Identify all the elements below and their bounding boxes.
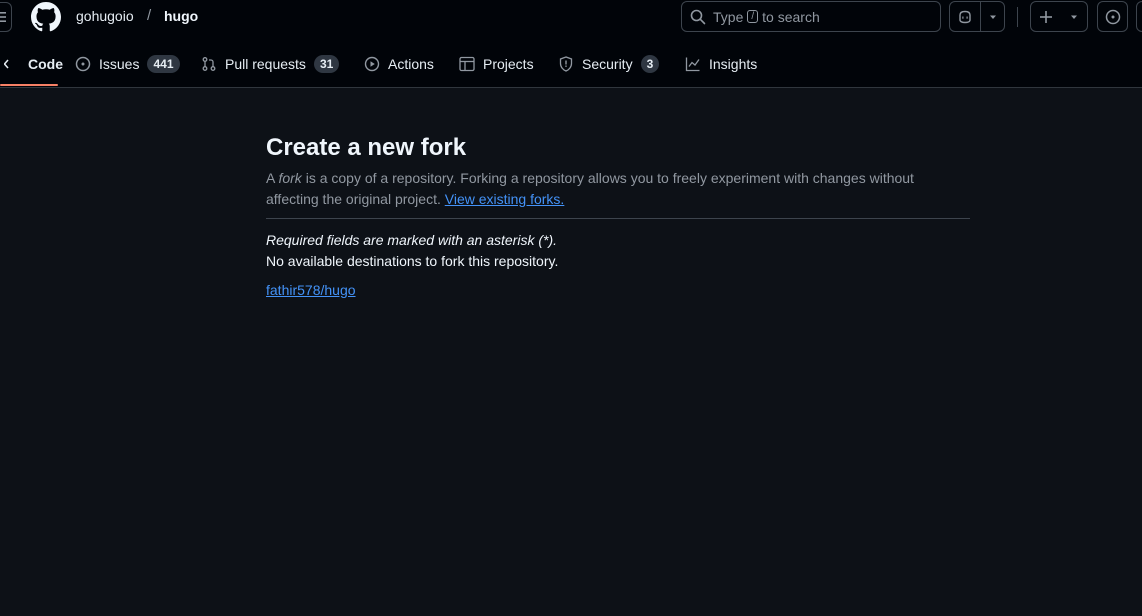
search-input[interactable]: Type / to search (681, 1, 941, 32)
breadcrumb-owner[interactable]: gohugoio (76, 8, 134, 24)
tab-pull-requests[interactable]: Pull requests 31 (201, 48, 340, 80)
table-icon (459, 56, 475, 72)
issue-opened-icon (75, 56, 91, 72)
breadcrumb-separator: / (147, 7, 152, 24)
tab-security-label: Security (582, 56, 633, 72)
global-nav: gohugoio / hugo Type / to search (0, 0, 1142, 34)
tab-issues[interactable]: Issues 441 (75, 48, 180, 80)
copilot-button[interactable] (950, 2, 981, 31)
tab-pull-requests-label: Pull requests (225, 56, 306, 72)
menu-icon (0, 12, 6, 22)
copilot-icon (959, 10, 971, 23)
code-icon (4, 59, 9, 69)
tab-insights-label: Insights (709, 56, 758, 72)
header-divider (1017, 7, 1018, 27)
fork-form: Create a new fork A fork is a copy of a … (266, 132, 970, 300)
tab-security-count: 3 (640, 55, 660, 73)
your-issues-button[interactable] (1097, 1, 1128, 32)
menu-button[interactable] (0, 2, 12, 32)
github-logo-icon[interactable] (31, 2, 61, 32)
tab-code[interactable]: Code (4, 48, 63, 80)
repo-nav-tabs: Code Issues 441 Pull requests 31 Actions… (0, 48, 1142, 80)
required-fields-note: Required fields are marked with an aster… (266, 232, 558, 248)
existing-fork-link[interactable]: fathir578/hugo (266, 280, 356, 300)
triangle-down-icon (1071, 15, 1077, 19)
description-fork-term: fork (278, 170, 302, 186)
view-existing-forks-link[interactable]: View existing forks. (445, 191, 565, 207)
tab-projects[interactable]: Projects (459, 48, 534, 80)
tab-actions[interactable]: Actions (364, 48, 434, 80)
description-text-a: A (266, 170, 279, 186)
tab-insights[interactable]: Insights (685, 48, 757, 80)
search-icon (690, 9, 706, 24)
tab-code-label: Code (28, 56, 63, 72)
search-prefix: Type (713, 8, 744, 25)
git-pull-request-icon (202, 57, 216, 71)
tab-actions-label: Actions (388, 56, 434, 72)
breadcrumb-repo[interactable]: hugo (164, 8, 198, 24)
search-shortcut-key: / (747, 10, 759, 23)
shield-icon (559, 56, 573, 72)
tab-pull-requests-count: 31 (313, 55, 340, 73)
tab-projects-label: Projects (483, 56, 534, 72)
plus-icon (1040, 10, 1052, 23)
create-new-button[interactable] (1030, 1, 1088, 32)
copilot-button-group (949, 1, 1005, 32)
app-header: gohugoio / hugo Type / to search Code Is… (0, 0, 1142, 88)
divider (266, 218, 970, 219)
issue-opened-icon (1105, 9, 1120, 24)
tab-issues-label: Issues (99, 56, 140, 72)
your-pull-requests-button[interactable] (1136, 1, 1142, 32)
graph-icon (685, 57, 700, 72)
page-description: A fork is a copy of a repository. Forkin… (266, 168, 946, 210)
copilot-dropdown-button[interactable] (981, 12, 1004, 22)
description-text-b: is a copy of a repository. Forking a rep… (266, 170, 914, 207)
tab-security[interactable]: Security 3 (558, 48, 660, 80)
no-destinations-message: No available destinations to fork this r… (266, 253, 559, 269)
active-tab-indicator (0, 84, 58, 86)
page-title: Create a new fork (266, 134, 467, 161)
tab-issues-count: 441 (147, 55, 180, 73)
triangle-down-icon (989, 15, 996, 19)
play-icon (364, 56, 380, 72)
search-suffix: to search (762, 8, 820, 25)
